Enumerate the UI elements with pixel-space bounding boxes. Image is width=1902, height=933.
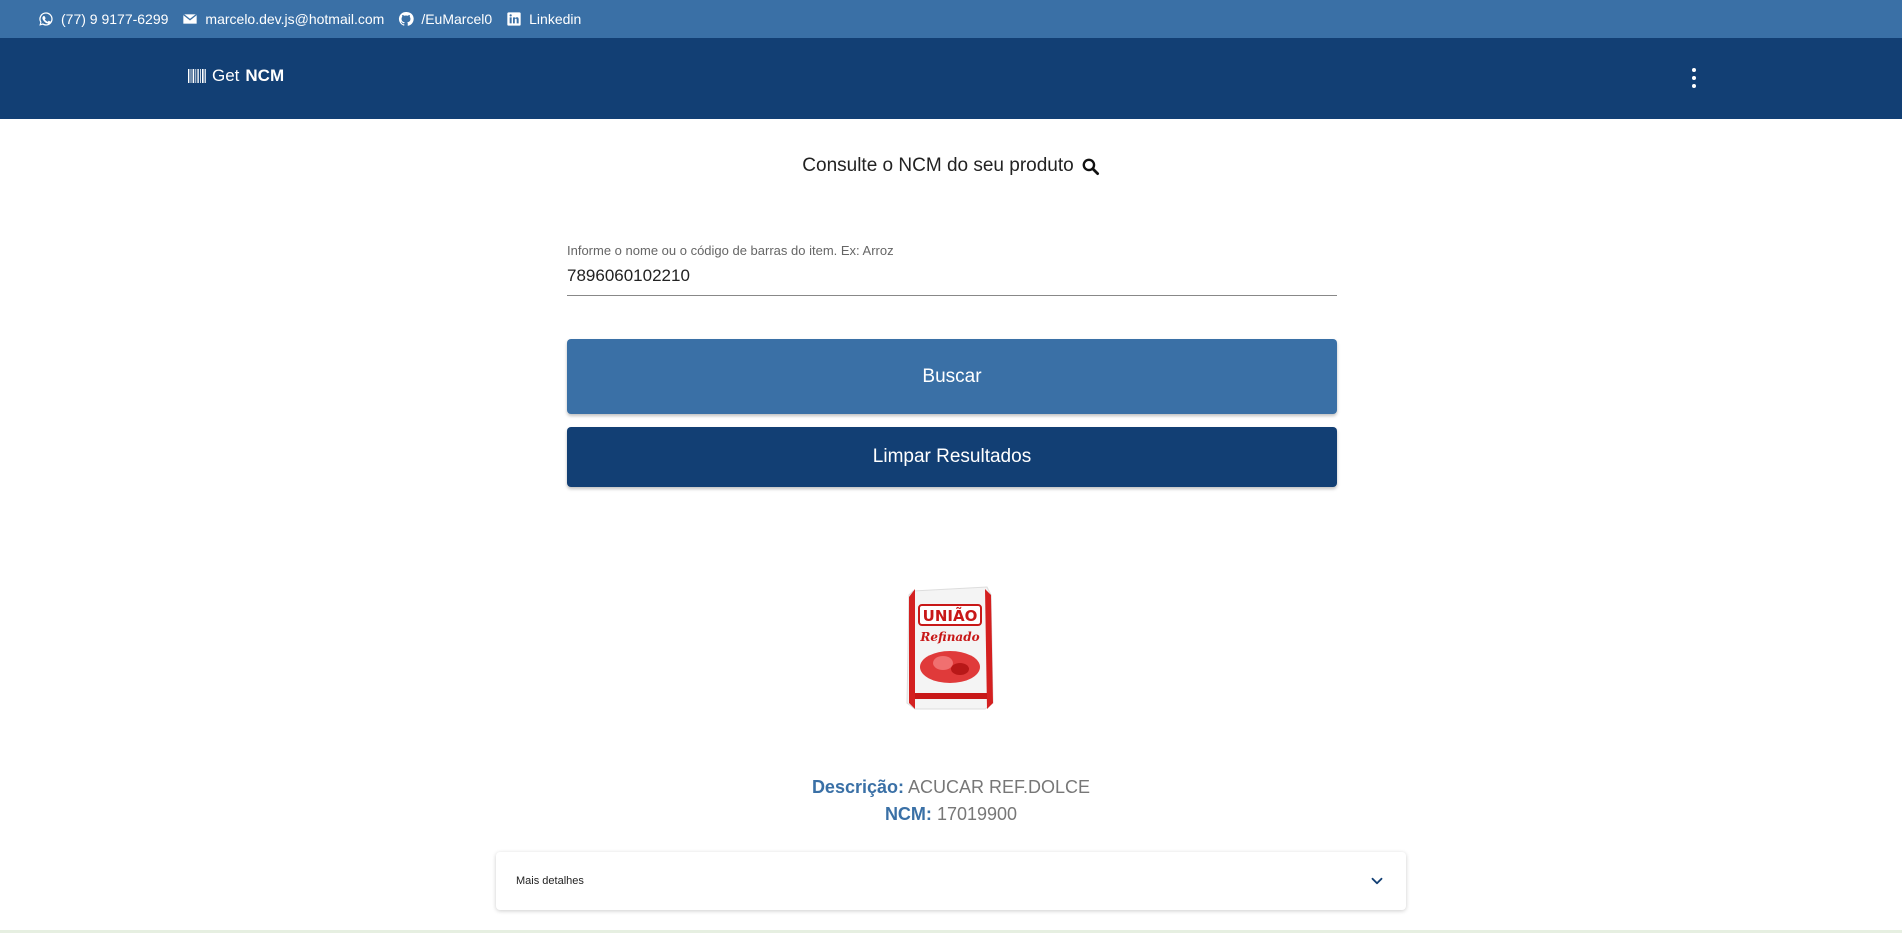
description-label: Descrição: xyxy=(811,777,904,797)
search-label: Informe o nome ou o código de barras do … xyxy=(567,243,894,258)
github-text: /EuMarcel0 xyxy=(421,11,493,27)
email-text: marcelo.dev.js@hotmail.com xyxy=(205,11,385,27)
search-button[interactable]: Buscar xyxy=(567,339,1337,414)
page-title: Consulte o NCM do seu produto xyxy=(0,155,1902,177)
phone-link[interactable]: (77) 9 9177-6299 xyxy=(38,11,168,27)
search-icon xyxy=(1082,158,1099,175)
search-field: Informe o nome ou o código de barras do … xyxy=(567,243,1337,296)
ncm-value: 17019900 xyxy=(936,804,1018,824)
linkedin-link[interactable]: Linkedin xyxy=(506,11,581,27)
page-title-text: Consulte o NCM do seu produto xyxy=(802,155,1074,176)
details-label: Mais detalhes xyxy=(516,875,584,887)
envelope-icon xyxy=(183,13,198,24)
whatsapp-icon xyxy=(39,12,53,26)
description-row: Descrição: ACUCAR REF.DOLCE xyxy=(0,774,1902,801)
linkedin-text: Linkedin xyxy=(529,11,582,27)
result-description: Descrição: ACUCAR REF.DOLCE NCM: 1701990… xyxy=(0,774,1902,828)
contact-bar: (77) 9 9177-6299 marcelo.dev.js@hotmail.… xyxy=(0,0,1902,38)
email-link[interactable]: marcelo.dev.js@hotmail.com xyxy=(182,11,384,27)
description-value: ACUCAR REF.DOLCE xyxy=(908,777,1091,797)
ncm-row: NCM: 17019900 xyxy=(0,801,1902,828)
app-logo[interactable]: Get NCM xyxy=(188,66,284,86)
phone-text: (77) 9 9177-6299 xyxy=(61,11,169,27)
product-image: UNIÃO Refinado xyxy=(905,585,995,712)
barcode-icon xyxy=(188,69,206,83)
chevron-down-icon xyxy=(1371,877,1383,885)
github-link[interactable]: /EuMarcel0 xyxy=(398,11,492,27)
ncm-label: NCM: xyxy=(884,804,932,824)
search-input[interactable] xyxy=(567,258,1337,296)
logo-bold: NCM xyxy=(245,66,285,85)
clear-results-button[interactable]: Limpar Resultados xyxy=(567,427,1337,487)
app-header: Get NCM xyxy=(0,38,1902,119)
product-brand-text: UNIÃO xyxy=(923,606,978,625)
logo-prefix: Get xyxy=(212,66,240,85)
linkedin-icon xyxy=(507,12,521,26)
details-accordion[interactable]: Mais detalhes xyxy=(496,852,1406,910)
product-type-text: Refinado xyxy=(919,630,979,644)
more-vertical-icon[interactable] xyxy=(1684,66,1704,90)
github-icon xyxy=(399,11,415,26)
